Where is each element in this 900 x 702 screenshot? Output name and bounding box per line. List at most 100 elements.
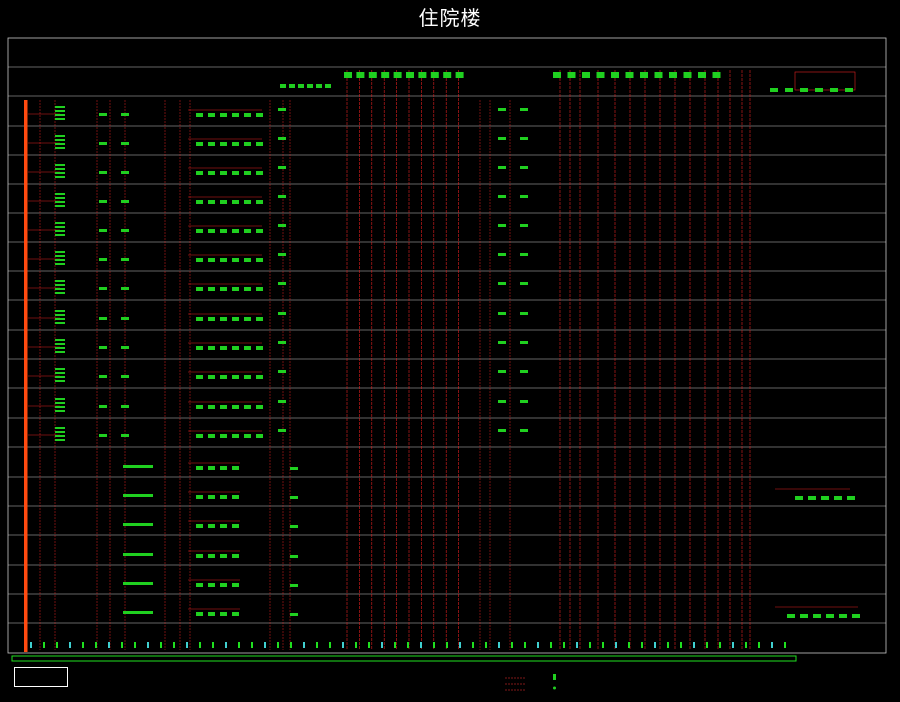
breaker [55, 259, 65, 261]
breaker [55, 372, 65, 374]
panel [123, 611, 153, 614]
terminal [160, 642, 162, 648]
load-panel [256, 229, 263, 233]
terminal [186, 642, 188, 648]
roof-panel [356, 72, 365, 78]
panel [498, 370, 506, 373]
load-panel [852, 614, 860, 618]
load-panel [808, 496, 816, 500]
panel [99, 405, 107, 408]
panel [99, 317, 107, 320]
breaker [55, 168, 65, 170]
panel [520, 282, 528, 285]
load-panel [208, 495, 215, 499]
roof-panel [298, 84, 304, 88]
terminal [667, 642, 669, 648]
breaker [55, 222, 65, 224]
outlet-icon [553, 686, 556, 690]
load-panel [256, 375, 263, 379]
load-panel [232, 142, 239, 146]
panel [290, 555, 298, 558]
breaker [55, 251, 65, 253]
terminal [290, 642, 292, 648]
panel [121, 287, 129, 290]
roof-panel [443, 72, 452, 78]
load-panel [196, 524, 203, 528]
terminal [121, 642, 123, 648]
load-panel [220, 612, 227, 616]
panel [121, 229, 129, 232]
load-panel [196, 375, 203, 379]
breaker [55, 318, 65, 320]
panel [123, 523, 153, 526]
roof-panel [800, 88, 808, 92]
load-panel [208, 258, 215, 262]
panel [498, 400, 506, 403]
load-panel [208, 200, 215, 204]
load-panel [196, 142, 203, 146]
breaker [55, 106, 65, 108]
load-panel [196, 200, 203, 204]
load-panel [220, 171, 227, 175]
note-box [14, 667, 68, 687]
terminal [706, 642, 708, 648]
terminal [771, 642, 773, 648]
load-panel [196, 346, 203, 350]
panel [278, 108, 286, 111]
roof-panel [654, 72, 663, 78]
load-panel [813, 614, 821, 618]
panel [99, 375, 107, 378]
terminal [693, 642, 695, 648]
breaker [55, 368, 65, 370]
load-panel [208, 346, 215, 350]
panel [520, 429, 528, 432]
roof-panel [596, 72, 605, 78]
terminal [381, 642, 383, 648]
load-panel [256, 405, 263, 409]
load-panel [208, 612, 215, 616]
panel [121, 200, 129, 203]
terminal [251, 642, 253, 648]
panel [99, 434, 107, 437]
terminal [212, 642, 214, 648]
panel [121, 375, 129, 378]
terminal [199, 642, 201, 648]
terminal [589, 642, 591, 648]
load-panel [244, 171, 251, 175]
load-panel [834, 496, 842, 500]
load-panel [256, 287, 263, 291]
breaker [55, 280, 65, 282]
breaker [55, 263, 65, 265]
terminal [628, 642, 630, 648]
roof-panel [393, 72, 402, 78]
load-panel [196, 612, 203, 616]
roof-panel [845, 88, 853, 92]
breaker [55, 118, 65, 120]
panel [121, 113, 129, 116]
breaker [55, 351, 65, 353]
roof-panel [830, 88, 838, 92]
load-panel [220, 317, 227, 321]
roof-panel [406, 72, 414, 78]
load-panel [244, 405, 251, 409]
roof-frame [794, 71, 856, 91]
panel [278, 429, 286, 432]
panel [498, 195, 506, 198]
panel [99, 346, 107, 349]
load-panel [244, 229, 251, 233]
terminal [420, 642, 422, 648]
terminal [368, 642, 370, 648]
roof-panel [625, 72, 634, 78]
legend-lines [505, 677, 525, 691]
roof-panel [325, 84, 331, 88]
panel [278, 370, 286, 373]
breaker [55, 201, 65, 203]
roof-panel [280, 84, 286, 88]
terminal [719, 642, 721, 648]
load-panel [220, 258, 227, 262]
load-panel [232, 375, 239, 379]
panel [498, 253, 506, 256]
panel [498, 166, 506, 169]
terminal [745, 642, 747, 648]
terminal [446, 642, 448, 648]
